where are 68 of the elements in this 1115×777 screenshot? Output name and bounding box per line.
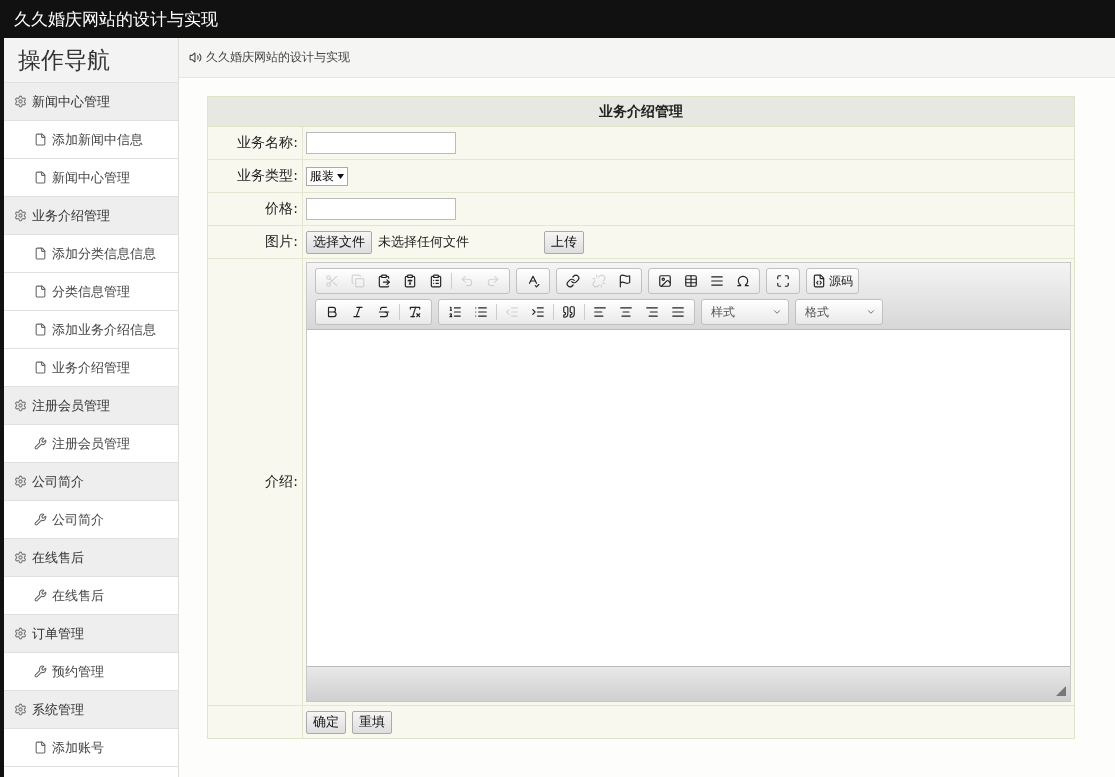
nav-group-label: 订单管理 [32,624,84,643]
gear-icon [14,551,27,564]
wrench-icon [34,437,47,450]
wrench-icon [34,589,47,602]
resize-handle-icon[interactable] [1056,686,1066,696]
nav-group-label: 公司简介 [32,472,84,491]
nav-item-label: 添加业务介绍信息 [52,320,156,339]
nav-item-label: 在线售后 [52,586,104,605]
choose-file-button[interactable]: 选择文件 [306,230,372,254]
wrench-icon [34,665,47,678]
nav-group-label: 业务介绍管理 [32,206,110,225]
nav-item-label: 预约管理 [52,662,104,681]
nav-item-label: 添加分类信息信息 [52,244,156,263]
gear-icon [14,399,27,412]
form-button[interactable]: 确定 [306,710,346,734]
nav-group-label: 新闻中心管理 [32,92,110,111]
nav-item-label: 分类信息管理 [52,282,130,301]
form-title: 业务介绍管理 [208,97,1074,127]
caret-icon [337,173,344,179]
caret-icon [772,307,782,317]
nav-group[interactable]: 订单管理 [4,615,178,653]
nav-item-label: 添加新闻中信息 [52,130,143,149]
nav-group[interactable]: 在线售后 [4,539,178,577]
nav-item-label: 注册会员管理 [52,434,130,453]
file-icon [34,247,47,260]
nav-group-label: 注册会员管理 [32,396,110,415]
nav-group[interactable]: 公司简介 [4,463,178,501]
gear-icon [14,627,27,640]
field-label: 图片: [208,226,303,258]
wrench-icon [34,513,47,526]
type-select[interactable]: 服装 [306,166,348,186]
upload-button[interactable]: 上传 [544,230,584,254]
source-button[interactable]: 源码 [810,270,855,292]
code-file-icon [812,274,826,288]
text-input[interactable] [306,198,456,220]
file-icon [34,361,47,374]
caret-icon [866,307,876,317]
file-icon [34,323,47,336]
style-dropdown[interactable]: 样式 [701,299,789,325]
style-dropdown[interactable]: 格式 [795,299,883,325]
file-icon [34,171,47,184]
nav-group[interactable]: 新闻中心管理 [4,83,178,121]
form-button[interactable]: 重填 [352,710,392,734]
nav-item-label: 添加账号 [52,738,104,757]
nav-item-label: 业务介绍管理 [52,358,130,377]
file-status: 未选择任何文件 [378,233,470,251]
gear-icon [14,475,27,488]
field-label: 介绍: [208,259,303,705]
nav-group[interactable]: 系统管理 [4,691,178,729]
nav-item-label: 新闻中心管理 [52,168,130,187]
nav-group-label: 在线售后 [32,548,84,567]
field-label: 价格: [208,193,303,225]
file-icon [34,741,47,754]
sidebar-title: 操作导航 [4,38,178,83]
gear-icon [14,703,27,716]
breadcrumb: 久久婚庆网站的设计与实现 [206,49,350,66]
nav-item-label: 公司简介 [52,510,104,529]
gear-icon [14,209,27,222]
nav-group-label: 系统管理 [32,700,84,719]
file-icon [34,285,47,298]
text-input[interactable] [306,132,456,154]
nav-group[interactable]: 注册会员管理 [4,387,178,425]
gear-icon [14,95,27,108]
field-label: 业务类型: [208,160,303,192]
speaker-icon [189,51,202,64]
nav-group[interactable]: 业务介绍管理 [4,197,178,235]
file-icon [34,133,47,146]
field-label: 业务名称: [208,127,303,159]
